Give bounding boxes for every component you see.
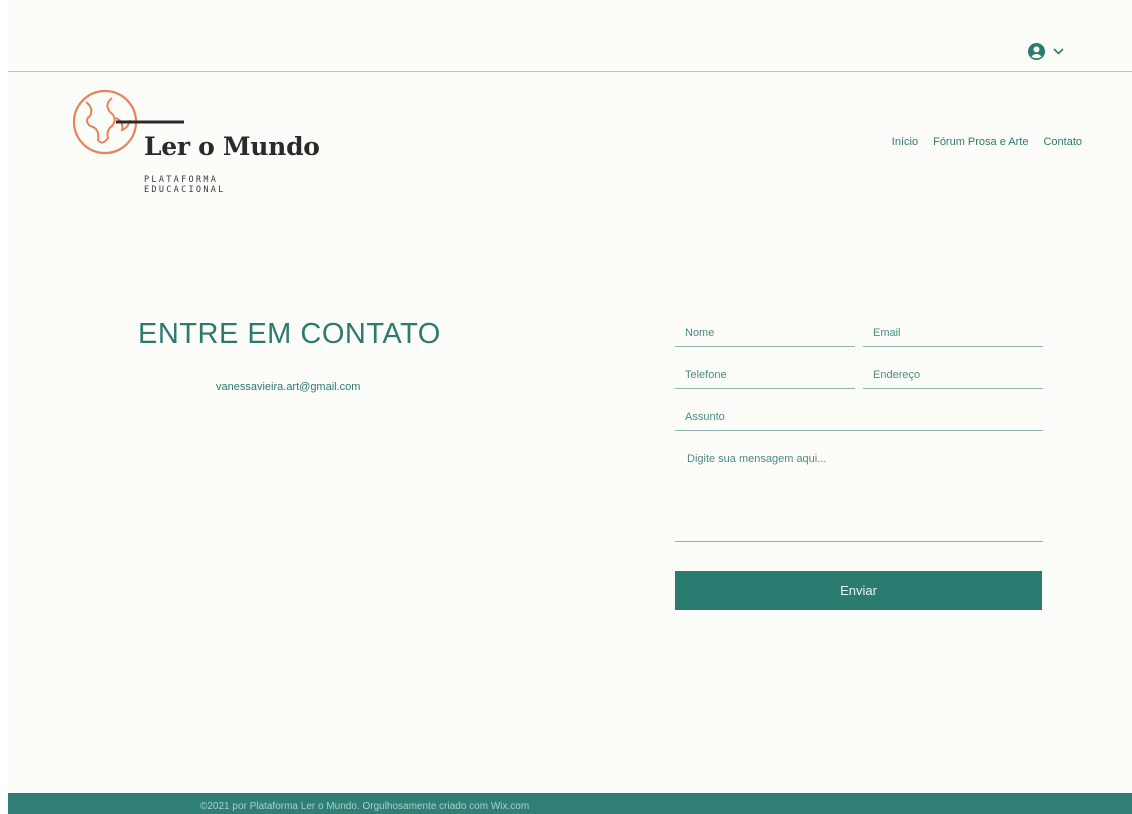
message-field[interactable] bbox=[675, 447, 1043, 542]
footer-text: ©2021 por Plataforma Ler o Mundo. Orgulh… bbox=[200, 801, 530, 812]
top-bar bbox=[8, 0, 1132, 72]
address-field[interactable] bbox=[863, 361, 1043, 389]
submit-button[interactable]: Enviar bbox=[675, 571, 1042, 610]
main-nav: Início Fórum Prosa e Arte Contato bbox=[892, 136, 1082, 148]
chevron-down-icon[interactable] bbox=[1053, 48, 1064, 55]
user-circle-icon[interactable] bbox=[1028, 43, 1045, 60]
contact-title: ENTRE EM CONTATO bbox=[138, 318, 441, 350]
footer: ©2021 por Plataforma Ler o Mundo. Orgulh… bbox=[8, 793, 1132, 814]
nav-item-contato[interactable]: Contato bbox=[1043, 136, 1082, 148]
page: Ler o Mundo PLATAFORMA EDUCACIONAL Iníci… bbox=[8, 0, 1132, 814]
site-logo[interactable]: Ler o Mundo PLATAFORMA EDUCACIONAL bbox=[72, 88, 352, 208]
phone-field[interactable] bbox=[675, 361, 855, 389]
logo-name: Ler o Mundo bbox=[144, 132, 320, 161]
subject-field[interactable] bbox=[675, 403, 1043, 431]
email-field[interactable] bbox=[863, 319, 1043, 347]
logo-subtitle-line1: PLATAFORMA bbox=[144, 175, 219, 185]
name-field[interactable] bbox=[675, 319, 855, 347]
nav-item-forum[interactable]: Fórum Prosa e Arte bbox=[933, 136, 1028, 148]
logo-subtitle: PLATAFORMA EDUCACIONAL bbox=[144, 175, 226, 195]
contact-email: vanessavieira.art@gmail.com bbox=[216, 381, 361, 393]
account-menu[interactable] bbox=[1028, 43, 1064, 60]
nav-item-inicio[interactable]: Início bbox=[892, 136, 918, 148]
logo-subtitle-line2: EDUCACIONAL bbox=[144, 185, 226, 195]
